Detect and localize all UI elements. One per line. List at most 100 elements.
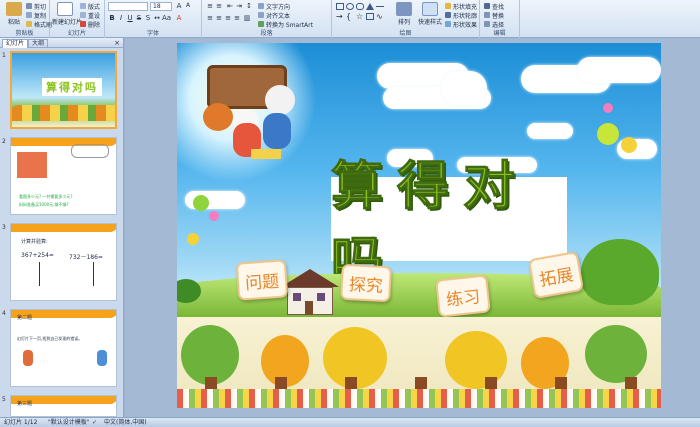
tag-practice[interactable]: 练习 (435, 274, 491, 318)
star-shape-icon[interactable]: ☆ (356, 13, 364, 21)
font-group: 18 A A B I U S S ↔ Aa A 字体 (105, 0, 202, 38)
tab-outline[interactable]: 大纲 (28, 39, 49, 48)
line-shape-icon[interactable] (376, 6, 384, 7)
slides-pane: 幻灯片 大纲 × 1 算得对吗 2 看图多少元? 一共需要多少元? 妈妈准备买1… (0, 38, 124, 417)
clipboard-icon (6, 2, 22, 16)
slide-editing-area: 算得对吗 问题 探究 练习 拓展 (125, 38, 700, 417)
shrink-font-icon[interactable]: A (184, 2, 192, 10)
decor-bubble (603, 103, 613, 113)
layout-icon (80, 3, 86, 9)
slide-counter: 幻灯片 1/12 (4, 419, 38, 426)
cartoon-children (229, 113, 309, 165)
slide-thumbnail-2[interactable]: 看图多少元? 一共需要多少元? 妈妈准备买1000元,够不够? (10, 137, 117, 215)
grow-font-icon[interactable]: A (175, 2, 183, 10)
decor-bubble (209, 211, 219, 221)
brush-icon (26, 21, 32, 27)
tab-slides[interactable]: 幻灯片 (2, 39, 29, 48)
shape-fill-button[interactable]: 形状填充 (445, 2, 477, 11)
tag-explore[interactable]: 探究 (340, 263, 392, 303)
line-spacing-icon[interactable]: ↕ (245, 2, 253, 10)
slide-thumbnail-5[interactable]: 第三题 (10, 395, 117, 417)
align-center-icon[interactable]: ≡ (215, 14, 223, 22)
goat-figure (265, 85, 295, 115)
decrease-indent-icon[interactable]: ⇤ (226, 2, 234, 10)
close-pane-icon[interactable]: × (114, 39, 120, 47)
change-case-icon[interactable]: Aa (162, 14, 171, 22)
triangle-shape-icon[interactable] (366, 3, 374, 10)
font-name-combo[interactable] (108, 2, 148, 11)
delete-button[interactable]: 删除 (80, 20, 100, 29)
align-right-icon[interactable]: ≡ (224, 14, 232, 22)
select-button[interactable]: 选择 (484, 20, 504, 29)
thumb-title: 算得对吗 (42, 78, 102, 96)
thumb-question-2: 妈妈准备买1000元,够不够? (19, 202, 69, 207)
copy-button[interactable]: 复制 (26, 11, 46, 20)
bold-icon[interactable]: B (108, 14, 116, 22)
slide-thumbnail-3[interactable]: 计算并验算: 367+254= 732－186= (10, 223, 117, 301)
house-roof (281, 269, 339, 287)
strikethrough-icon[interactable]: S (135, 14, 143, 22)
current-slide[interactable]: 算得对吗 问题 探究 练习 拓展 (177, 43, 661, 408)
rectangle-shape-icon[interactable] (336, 3, 344, 10)
decor-bubble (597, 123, 619, 145)
tag-extension[interactable]: 拓展 (527, 250, 585, 300)
reset-button[interactable]: 重设 (80, 11, 100, 20)
spellcheck-icon[interactable]: ✓ (92, 418, 97, 427)
drawing-label: 绘图 (399, 30, 412, 37)
slide-number-4: 4 (2, 310, 6, 317)
slides-label: 幻灯片 (67, 30, 86, 37)
curve-shape-icon[interactable]: ∿ (376, 13, 384, 21)
paste-button[interactable]: 粘贴 (2, 2, 26, 28)
find-button[interactable]: 查找 (484, 2, 504, 11)
text-direction-icon (258, 3, 264, 9)
thumb-expr-2: 732－186= (69, 254, 103, 261)
autumn-tree (181, 325, 239, 385)
shape-effects-button[interactable]: 形状效果 (445, 20, 477, 29)
cut-button[interactable]: 剪切 (26, 2, 46, 11)
thumb-text: 幻灯片下一页,找到自己发现的错误。 (17, 336, 83, 341)
underline-icon[interactable]: U (126, 14, 134, 22)
house-door (305, 301, 313, 315)
replace-button[interactable]: 替换 (484, 11, 504, 20)
effects-icon (445, 21, 451, 27)
thumb-expr-1: 367+254= (21, 252, 54, 259)
callout-shape-icon[interactable] (366, 13, 374, 20)
slide-number-3: 3 (2, 224, 6, 231)
binoculars-icon (484, 3, 490, 9)
align-text-button[interactable]: 对齐文本 (258, 11, 290, 20)
increase-indent-icon[interactable]: ⇥ (235, 2, 243, 10)
ribbon: 粘贴 剪切 复制 格式刷 剪贴板 新建幻灯片 版式 重设 删除 幻灯片 18 A… (0, 0, 700, 38)
text-direction-button[interactable]: 文字方向 (258, 2, 290, 11)
font-size-combo[interactable]: 18 (150, 2, 172, 11)
arrange-icon (396, 2, 412, 16)
slide-thumbnail-1[interactable]: 算得对吗 (10, 51, 117, 129)
shadow-icon[interactable]: S (144, 14, 152, 22)
rounded-rect-shape-icon[interactable] (356, 3, 364, 10)
font-color-icon[interactable]: A (175, 14, 183, 22)
arrow-shape-icon[interactable]: → (336, 13, 344, 21)
new-slide-button[interactable]: 新建幻灯片 (52, 2, 82, 28)
house (281, 269, 339, 315)
tag-question[interactable]: 问题 (235, 259, 289, 301)
fill-icon (445, 3, 451, 9)
bullets-icon[interactable]: ≡ (206, 2, 214, 10)
font-label: 字体 (146, 30, 159, 37)
quick-styles-button[interactable]: 快速样式 (418, 2, 442, 28)
align-left-icon[interactable]: ≡ (206, 14, 214, 22)
columns-icon[interactable]: ▥ (243, 14, 251, 22)
slide-title-box[interactable]: 算得对吗 (331, 156, 567, 293)
format-painter-button[interactable]: 格式刷 (26, 20, 52, 29)
brace-shape-icon[interactable]: { (346, 13, 354, 21)
slide-thumbnail-4[interactable]: 第二题 幻灯片下一页,找到自己发现的错误。 (10, 309, 117, 387)
oval-shape-icon[interactable] (346, 3, 354, 10)
justify-icon[interactable]: ≡ (233, 14, 241, 22)
shape-outline-button[interactable]: 形状轮廓 (445, 11, 477, 20)
slide-number-1: 1 (2, 52, 6, 59)
italic-icon[interactable]: I (117, 14, 125, 22)
convert-smartart-button[interactable]: 转换为 SmartArt (258, 20, 313, 29)
spacing-icon[interactable]: ↔ (153, 14, 161, 22)
arrange-button[interactable]: 排列 (392, 2, 416, 28)
decor-bubble (193, 195, 209, 211)
layout-button[interactable]: 版式 (80, 2, 100, 11)
numbering-icon[interactable]: ≡ (215, 2, 223, 10)
